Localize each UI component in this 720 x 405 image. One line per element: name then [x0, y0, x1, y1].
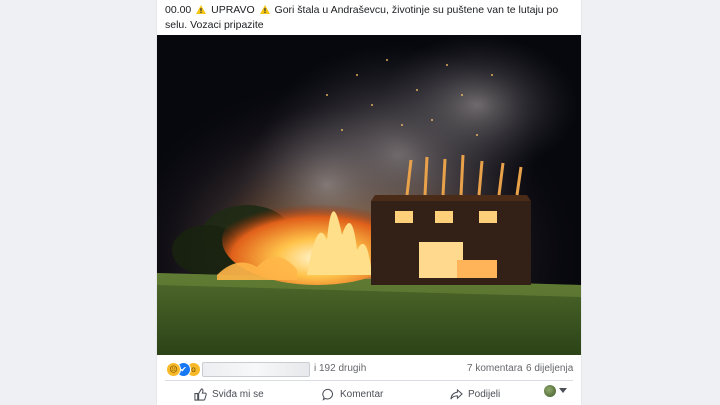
comments-count[interactable]: 7 komentara	[467, 363, 523, 374]
thumbs-up-icon	[194, 387, 207, 401]
post-card: 00.00 UPRAVO Gori štala u Andraševcu, ži…	[157, 0, 581, 405]
post-time: 00.00	[165, 4, 192, 16]
post-photo[interactable]	[157, 35, 581, 355]
avatar	[544, 385, 556, 397]
chevron-down-icon	[559, 388, 567, 393]
share-icon	[450, 388, 463, 399]
comment-button[interactable]: Komentar	[322, 386, 383, 402]
warning-icon	[259, 5, 270, 14]
shares-count[interactable]: 6 dijeljenja	[526, 363, 573, 374]
like-button[interactable]: Sviđa mi se	[194, 386, 264, 402]
post-label: UPRAVO	[211, 4, 255, 16]
like-label: Sviđa mi se	[212, 388, 264, 400]
post-caption: 00.00 UPRAVO Gori štala u Andraševcu, ži…	[165, 3, 573, 32]
post-actions: Sviđa mi se Komentar Podijeli	[157, 382, 581, 405]
comment-label: Komentar	[340, 388, 384, 400]
redacted-reactor-names	[202, 362, 310, 377]
warning-icon	[196, 5, 207, 14]
sad-icon: ☹	[166, 362, 181, 377]
divider	[165, 380, 573, 381]
share-button[interactable]: Podijeli	[450, 386, 500, 402]
reactions-summary: ☹ ✔ o i 192 drugih 7 komentara 6 dijelje…	[157, 359, 581, 379]
profile-selector[interactable]	[544, 385, 567, 397]
reaction-others-count[interactable]: i 192 drugih	[314, 363, 366, 374]
reaction-icons[interactable]: ☹ ✔ o	[166, 362, 206, 377]
share-label: Podijeli	[468, 388, 501, 400]
comment-icon	[322, 388, 333, 401]
